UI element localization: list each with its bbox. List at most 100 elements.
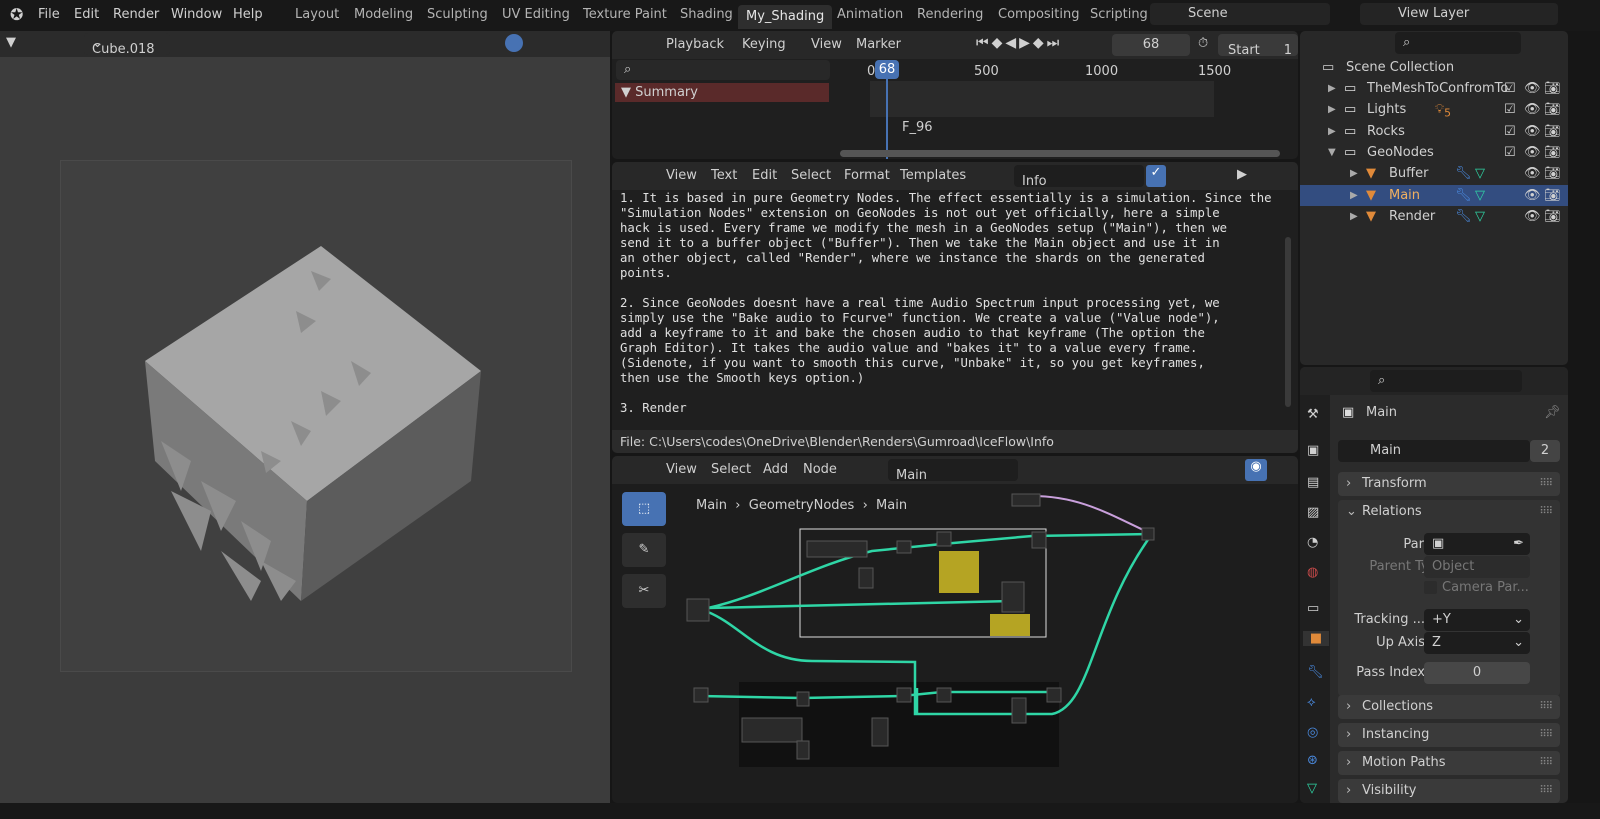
properties-search[interactable]: ⌕ bbox=[1370, 370, 1522, 392]
start-frame-field[interactable]: Start 1 bbox=[1218, 34, 1298, 58]
tab-shading[interactable]: Shading bbox=[680, 7, 733, 22]
text-editor[interactable]: View Text Edit Select Format Templates I… bbox=[612, 162, 1298, 453]
exclude-checkbox[interactable]: ☑ bbox=[1504, 78, 1516, 99]
camera-icon[interactable]: 📷︎ bbox=[1544, 163, 1561, 184]
timeline-editor[interactable]: Playback Keying View Marker ⏮◆◀▶◆⏭ 68 ⏱ … bbox=[612, 31, 1298, 159]
blender-logo-icon[interactable]: ✪ bbox=[10, 5, 23, 24]
stopwatch-icon[interactable]: ⏱ bbox=[1198, 36, 1208, 51]
tab-scripting[interactable]: Scripting bbox=[1090, 7, 1148, 22]
world-tab-icon[interactable]: ◍ bbox=[1307, 565, 1318, 580]
object-name-field[interactable]: Main bbox=[1338, 440, 1530, 462]
playhead-frame-label[interactable]: 68 bbox=[875, 60, 899, 79]
keying-menu[interactable]: Keying bbox=[742, 37, 786, 52]
eye-icon[interactable]: 👁︎ bbox=[1524, 185, 1541, 206]
expand-arrow-icon[interactable]: ▶ bbox=[1350, 206, 1358, 227]
tab-animation[interactable]: Animation bbox=[837, 7, 903, 22]
eye-icon[interactable]: 👁︎ bbox=[1524, 142, 1541, 163]
tab-compositing[interactable]: Compositing bbox=[998, 7, 1080, 22]
select-mode-icon[interactable]: ▼ bbox=[6, 35, 16, 50]
parent-field[interactable]: ▣ ✒ bbox=[1424, 533, 1530, 555]
tab-rendering[interactable]: Rendering bbox=[917, 7, 983, 22]
text-edit-menu[interactable]: Edit bbox=[752, 168, 777, 183]
camera-icon[interactable]: 📷︎ bbox=[1544, 121, 1561, 142]
view-menu[interactable]: View bbox=[811, 37, 842, 52]
users-count[interactable]: 2 bbox=[1530, 440, 1560, 462]
outliner-search[interactable]: ⌕ bbox=[1395, 32, 1521, 54]
scene-selector[interactable]: Scene bbox=[1150, 3, 1330, 25]
particles-tab-icon[interactable]: ⟡ bbox=[1307, 695, 1316, 710]
outliner-item[interactable]: ▼ ▭ GeoNodes ☑ 👁︎ 📷︎ bbox=[1300, 142, 1568, 163]
outliner-item[interactable]: ▶ ▭ Rocks ☑ 👁︎ 📷︎ bbox=[1300, 121, 1568, 142]
panel-relations[interactable]: ⌄ Relations ⠿⠿ bbox=[1338, 500, 1560, 524]
tool-tab-icon[interactable]: ⚒ bbox=[1307, 407, 1319, 422]
render-tab-icon[interactable]: ▣ bbox=[1307, 443, 1319, 458]
scene-tab-icon[interactable]: ◔ bbox=[1307, 535, 1318, 550]
expand-arrow-icon[interactable]: ▶ bbox=[1328, 121, 1336, 142]
summary-channel[interactable]: ▼ Summary bbox=[615, 83, 829, 102]
panel-motion-paths[interactable]: › Motion Paths ⠿⠿ bbox=[1338, 751, 1560, 775]
outliner-scene-collection[interactable]: ▭ Scene Collection bbox=[1300, 57, 1568, 78]
channel-search[interactable]: ⌕ bbox=[616, 60, 830, 80]
camera-icon[interactable]: 📷︎ bbox=[1544, 78, 1561, 99]
menu-file[interactable]: File bbox=[38, 7, 60, 22]
eye-icon[interactable]: 👁︎ bbox=[1524, 206, 1541, 227]
tab-uv-editing[interactable]: UV Editing bbox=[502, 7, 570, 22]
outliner-item[interactable]: ▶ ▼ Main 🔧︎ ▽ 👁︎ 📷︎ bbox=[1300, 184, 1568, 206]
object-selector[interactable]: Cube.018 ⌄ bbox=[84, 33, 170, 57]
text-scrollbar[interactable] bbox=[1285, 237, 1291, 407]
panel-collections[interactable]: › Collections ⠿⠿ bbox=[1338, 695, 1560, 719]
pin-icon[interactable]: 📌︎ bbox=[1544, 405, 1561, 420]
camera-parent-checkbox[interactable] bbox=[1424, 581, 1437, 594]
text-select-menu[interactable]: Select bbox=[791, 168, 831, 183]
camera-icon[interactable]: 📷︎ bbox=[1544, 185, 1561, 206]
run-script-icon[interactable]: ▶ bbox=[1237, 167, 1247, 182]
outliner-item[interactable]: ▶ ▼ Render 🔧︎ ▽ 👁︎ 📷︎ bbox=[1300, 206, 1568, 227]
modifier-tab-icon[interactable]: 🔧︎ bbox=[1307, 665, 1324, 680]
playback-controls[interactable]: ⏮◆◀▶◆⏭ bbox=[976, 35, 1062, 51]
expand-arrow-icon[interactable]: ▶ bbox=[1328, 78, 1336, 99]
camera-icon[interactable]: 📷︎ bbox=[1544, 99, 1561, 120]
node-graph[interactable] bbox=[612, 456, 1298, 803]
camera-icon[interactable]: 📷︎ bbox=[1544, 206, 1561, 227]
eye-icon[interactable]: 👁︎ bbox=[1524, 121, 1541, 142]
tab-my-shading[interactable]: My_Shading bbox=[738, 5, 833, 29]
up-axis-dropdown[interactable]: Z ⌄ bbox=[1424, 632, 1530, 654]
output-tab-icon[interactable]: ▤ bbox=[1307, 475, 1319, 490]
camera-icon[interactable]: 📷︎ bbox=[1544, 142, 1561, 163]
expand-arrow-icon[interactable]: ▶ bbox=[1350, 185, 1358, 206]
menu-help[interactable]: Help bbox=[233, 7, 263, 22]
outliner-item[interactable]: ▶ ▭ Lights 💡︎5 ☑ 👁︎ 📷︎ bbox=[1300, 99, 1568, 120]
menu-window[interactable]: Window bbox=[171, 7, 222, 22]
eye-icon[interactable]: 👁︎ bbox=[1524, 78, 1541, 99]
tab-sculpting[interactable]: Sculpting bbox=[427, 7, 488, 22]
text-templates-menu[interactable]: Templates bbox=[900, 168, 966, 183]
pass-index-field[interactable]: 0 bbox=[1424, 662, 1530, 684]
constraints-tab-icon[interactable]: ⊛ bbox=[1307, 753, 1318, 768]
outliner-item[interactable]: ▶ ▼ Buffer 🔧︎ ▽ 👁︎ 📷︎ bbox=[1300, 163, 1568, 184]
eye-icon[interactable]: 👁︎ bbox=[1524, 163, 1541, 184]
text-format-menu[interactable]: Format bbox=[844, 168, 890, 183]
properties-editor[interactable]: ⌕ ⚒ ▣ ▤ ▨ ◔ ◍ ▭ ■ 🔧︎ ⟡ ◎ ⊛ ▽ ▣ Main 📌︎ M… bbox=[1300, 367, 1568, 803]
tab-modeling[interactable]: Modeling bbox=[354, 7, 413, 22]
expand-arrow-icon[interactable]: ▶ bbox=[1328, 99, 1336, 120]
3d-viewport[interactable]: ▼ Cube.018 ⌄ bbox=[0, 31, 610, 803]
outliner[interactable]: ⌕ ▭ Scene Collection ▶ ▭ TheMeshToConfromTo… bbox=[1300, 31, 1568, 365]
current-frame-field[interactable]: 68 bbox=[1112, 34, 1190, 56]
marker-f96[interactable]: F_96 bbox=[902, 120, 933, 135]
exclude-checkbox[interactable]: ☑ bbox=[1504, 142, 1516, 163]
tracking-axis-dropdown[interactable]: +Y ⌄ bbox=[1424, 609, 1530, 631]
data-tab-icon[interactable]: ▽ bbox=[1307, 781, 1317, 796]
menu-edit[interactable]: Edit bbox=[74, 7, 99, 22]
menu-render[interactable]: Render bbox=[113, 7, 159, 22]
expand-arrow-icon[interactable]: ▶ bbox=[1350, 163, 1358, 184]
expand-arrow-icon[interactable]: ▼ bbox=[1328, 142, 1336, 163]
keyframe-area[interactable] bbox=[870, 81, 1214, 117]
tab-layout[interactable]: Layout bbox=[295, 7, 339, 22]
eye-icon[interactable]: 👁︎ bbox=[1524, 99, 1541, 120]
playback-menu[interactable]: Playback bbox=[666, 37, 724, 52]
view-layer-selector[interactable]: View Layer bbox=[1360, 3, 1558, 25]
text-datablock-field[interactable]: Info bbox=[1014, 165, 1144, 189]
text-text-menu[interactable]: Text bbox=[711, 168, 737, 183]
parent-type-dropdown[interactable]: Object bbox=[1424, 556, 1530, 578]
timeline-scrollbar[interactable] bbox=[840, 150, 1280, 157]
